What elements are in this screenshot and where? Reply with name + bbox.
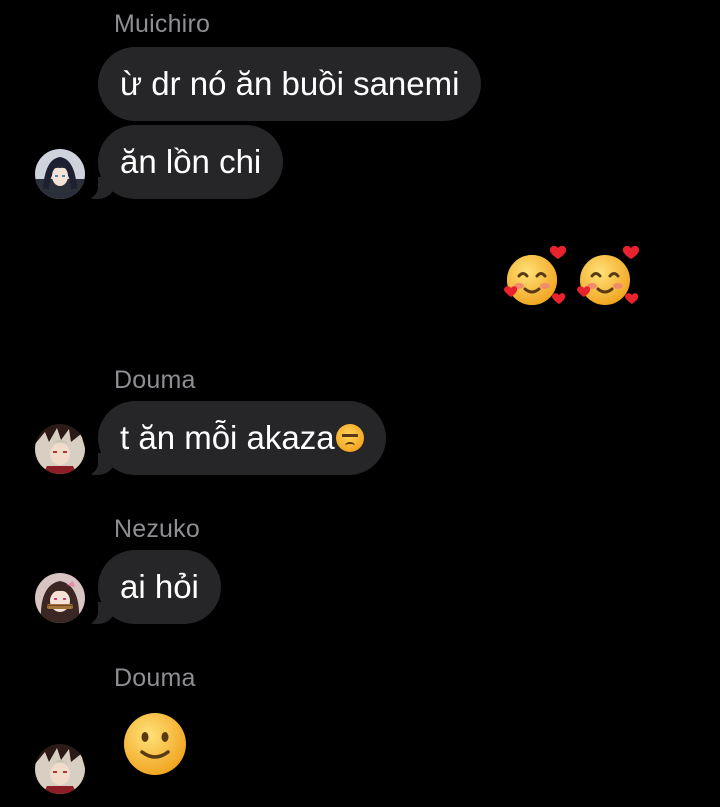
- message-bubble[interactable]: ai hỏi: [84, 550, 221, 624]
- message-text: ăn lồn chi: [120, 143, 262, 180]
- sender-name: Douma: [114, 366, 196, 394]
- sender-name: Nezuko: [114, 515, 200, 543]
- smiling-face-with-hearts-emoji[interactable]: [503, 244, 569, 310]
- message-text: ừ dr nó ăn buồi sanemi: [120, 65, 460, 102]
- message-bubble[interactable]: ăn lồn chi: [83, 125, 284, 199]
- douma-avatar[interactable]: [35, 744, 85, 794]
- nezuko-avatar[interactable]: [35, 573, 85, 623]
- slightly-smiling-face-emoji[interactable]: [120, 709, 190, 779]
- muichiro-avatar[interactable]: [35, 149, 85, 199]
- message-text: ai hỏi: [120, 568, 199, 605]
- message-bubble[interactable]: t ăn mỗi akaza: [84, 401, 386, 475]
- sender-name: Douma: [114, 664, 196, 692]
- sender-name: Muichiro: [114, 10, 211, 38]
- douma-avatar[interactable]: [35, 424, 85, 474]
- message-text: t ăn mỗi akaza: [120, 419, 335, 456]
- smiling-face-with-hearts-emoji[interactable]: [576, 244, 642, 310]
- angry-face-emoji: [335, 424, 364, 452]
- message-bubble[interactable]: ừ dr nó ăn buồi sanemi: [98, 47, 482, 121]
